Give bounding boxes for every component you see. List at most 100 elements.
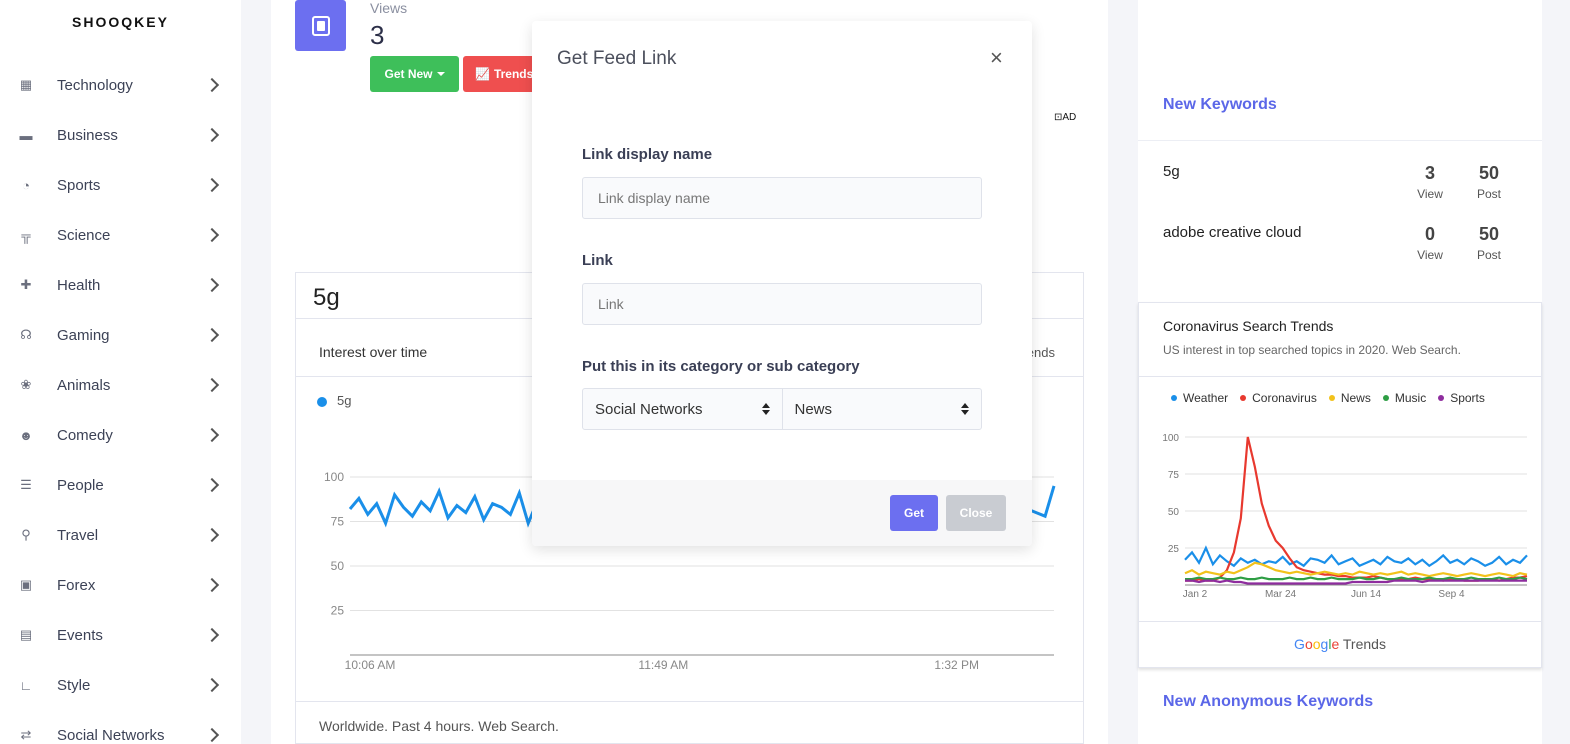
chip-icon — [311, 15, 330, 36]
coronavirus-trends-card: Coronavirus Search Trends US interest in… — [1138, 302, 1542, 668]
views-label: Views — [370, 0, 408, 16]
chip-icon: ▦ — [19, 77, 33, 92]
sidebar-item-social-networks[interactable]: ⇄ Social Networks — [0, 710, 241, 744]
keyword-posts-count: 50 — [1478, 224, 1500, 244]
sidebar-item-sports[interactable]: ◔ Sports — [0, 160, 241, 210]
route-icon: ⚲ — [21, 527, 31, 542]
headset-icon: ☊ — [20, 327, 32, 342]
sidebar-item-forex[interactable]: ▣ Forex — [0, 560, 241, 610]
keyword-posts-count: 50 — [1478, 163, 1500, 183]
new-anonymous-keywords-title: New Anonymous Keywords — [1163, 693, 1374, 710]
x-tick-label: Sep 4 — [1438, 589, 1465, 600]
sidebar-item-style[interactable]: ∟ Style — [0, 660, 241, 710]
sidebar-item-label: Travel — [57, 526, 99, 544]
sidebar-item-comedy[interactable]: ☻ Comedy — [0, 410, 241, 460]
sidebar-item-label: Gaming — [57, 326, 110, 344]
sidebar-item-label: People — [57, 476, 104, 494]
sidebar-item-events[interactable]: ▤ Events — [0, 610, 241, 660]
series-line-coronavirus — [1185, 436, 1528, 582]
keyword-row[interactable]: adobe creative cloud 0 View 50 Post — [1138, 202, 1542, 263]
cv-subtitle: US interest in top searched topics in 20… — [1163, 343, 1461, 357]
trend-card-footer: Worldwide. Past 4 hours. Web Search. — [296, 701, 1083, 743]
keyword-posts: 50 Post — [1464, 163, 1514, 201]
select-arrows-icon — [761, 402, 770, 416]
category-select-group: Social Networks News — [582, 388, 982, 430]
sidebar-item-people[interactable]: ☰ People — [0, 460, 241, 510]
y-tick-label: 50 — [1168, 507, 1180, 518]
category-select[interactable]: Social Networks — [583, 389, 782, 429]
legend-label: Coronavirus — [1252, 391, 1317, 405]
trends-button[interactable]: 📈 Trends — [463, 56, 543, 92]
link-display-name-label: Link display name — [582, 146, 713, 163]
subcategory-select-value: News — [794, 401, 833, 418]
keyword-posts-label: Post — [1476, 187, 1501, 201]
legend-dot — [1240, 395, 1247, 401]
trends-label: Trends — [493, 67, 534, 81]
close-button[interactable]: Close — [946, 495, 1006, 531]
get-button[interactable]: Get — [890, 495, 938, 531]
legend-dot — [317, 396, 327, 407]
sidebar-item-travel[interactable]: ⚲ Travel — [0, 510, 241, 560]
modal-title: Get Feed Link — [557, 48, 677, 69]
chevron-right-icon — [204, 727, 220, 743]
sidebar-item-label: Style — [57, 676, 91, 694]
get-new-label: Get New — [384, 67, 433, 81]
x-tick-label: Jun 14 — [1351, 589, 1381, 600]
google-trends-logo[interactable]: Google Trends — [1139, 621, 1541, 652]
sidebar-item-business[interactable]: ▬ Business — [0, 110, 241, 160]
legend-item: News — [1328, 391, 1371, 405]
flask-icon: ╦ — [21, 227, 31, 243]
keyword-row[interactable]: 5g 3 View 50 Post — [1138, 141, 1542, 202]
sidebar-item-science[interactable]: ╦ Science — [0, 210, 241, 260]
modal-footer: Get Close — [532, 480, 1032, 546]
cv-legend: Weather Coronavirus News Music Sports — [1171, 391, 1485, 405]
new-keywords-title: New Keywords — [1163, 96, 1277, 113]
briefcase-icon: ▬ — [19, 127, 33, 143]
category-label: Put this in its category or sub category — [582, 358, 860, 375]
legend-dot — [1171, 395, 1177, 401]
y-tick-label: 75 — [1168, 470, 1180, 481]
ruler-icon: ∟ — [19, 677, 33, 693]
link-input[interactable] — [582, 283, 982, 325]
x-tick-label: Mar 24 — [1265, 589, 1297, 600]
caret-down-icon — [436, 72, 445, 76]
sidebar-item-animals[interactable]: ❀ Animals — [0, 360, 241, 410]
views-value: 3 — [370, 20, 385, 50]
legend-label: News — [1340, 391, 1371, 405]
keyword-posts-label: Post — [1476, 248, 1501, 262]
keyword-views-label: View — [1417, 248, 1443, 262]
google-trends-label: Trends — [1342, 636, 1386, 652]
new-keywords-list: 5g 3 View 50 Post adobe creative cloud 0 View 50… — [1138, 140, 1542, 263]
volleyball-icon: ◔ — [22, 177, 30, 193]
close-icon[interactable]: × — [990, 47, 1003, 69]
sidebar-item-label: Animals — [57, 376, 111, 394]
google-wordmark: Google — [1294, 636, 1340, 652]
y-tick-label: 75 — [331, 515, 345, 529]
legend-item: Coronavirus — [1240, 391, 1317, 405]
sidebar-item-gaming[interactable]: ☊ Gaming — [0, 310, 241, 360]
sidebar-item-label: Forex — [57, 576, 96, 594]
get-new-button[interactable]: Get New — [370, 56, 459, 92]
sidebar-item-health[interactable]: ✚ Health — [0, 260, 241, 310]
brand-logo[interactable]: SHOOQKEY — [0, 0, 241, 30]
sidebar-item-label: Events — [57, 626, 103, 644]
chevron-right-icon — [204, 377, 220, 393]
sidebar-item-label: Health — [57, 276, 101, 294]
x-tick-label: 11:49 AM — [638, 658, 688, 672]
right-column: New Keywords 5g 3 View 50 Post adobe creative… — [1138, 0, 1542, 744]
trend-card-title: Interest over time — [319, 344, 428, 360]
keyword-views-count: 3 — [1424, 163, 1435, 183]
x-tick-label: 10:06 AM — [345, 658, 396, 672]
chevron-right-icon — [204, 277, 220, 293]
sidebar-item-label: Technology — [57, 76, 133, 94]
legend-item: Music — [1382, 391, 1426, 405]
ad-text: AD — [1062, 112, 1077, 123]
cv-title: Coronavirus Search Trends — [1163, 318, 1334, 334]
legend-item: Weather — [1171, 391, 1228, 405]
calendar-icon: ▤ — [19, 627, 33, 642]
trend-legend: 5g — [317, 393, 351, 408]
sidebar-item-technology[interactable]: ▦ Technology — [0, 60, 241, 110]
subcategory-select[interactable]: News — [781, 389, 982, 429]
series-line-weather — [1184, 545, 1528, 568]
link-display-name-input[interactable] — [582, 177, 982, 219]
